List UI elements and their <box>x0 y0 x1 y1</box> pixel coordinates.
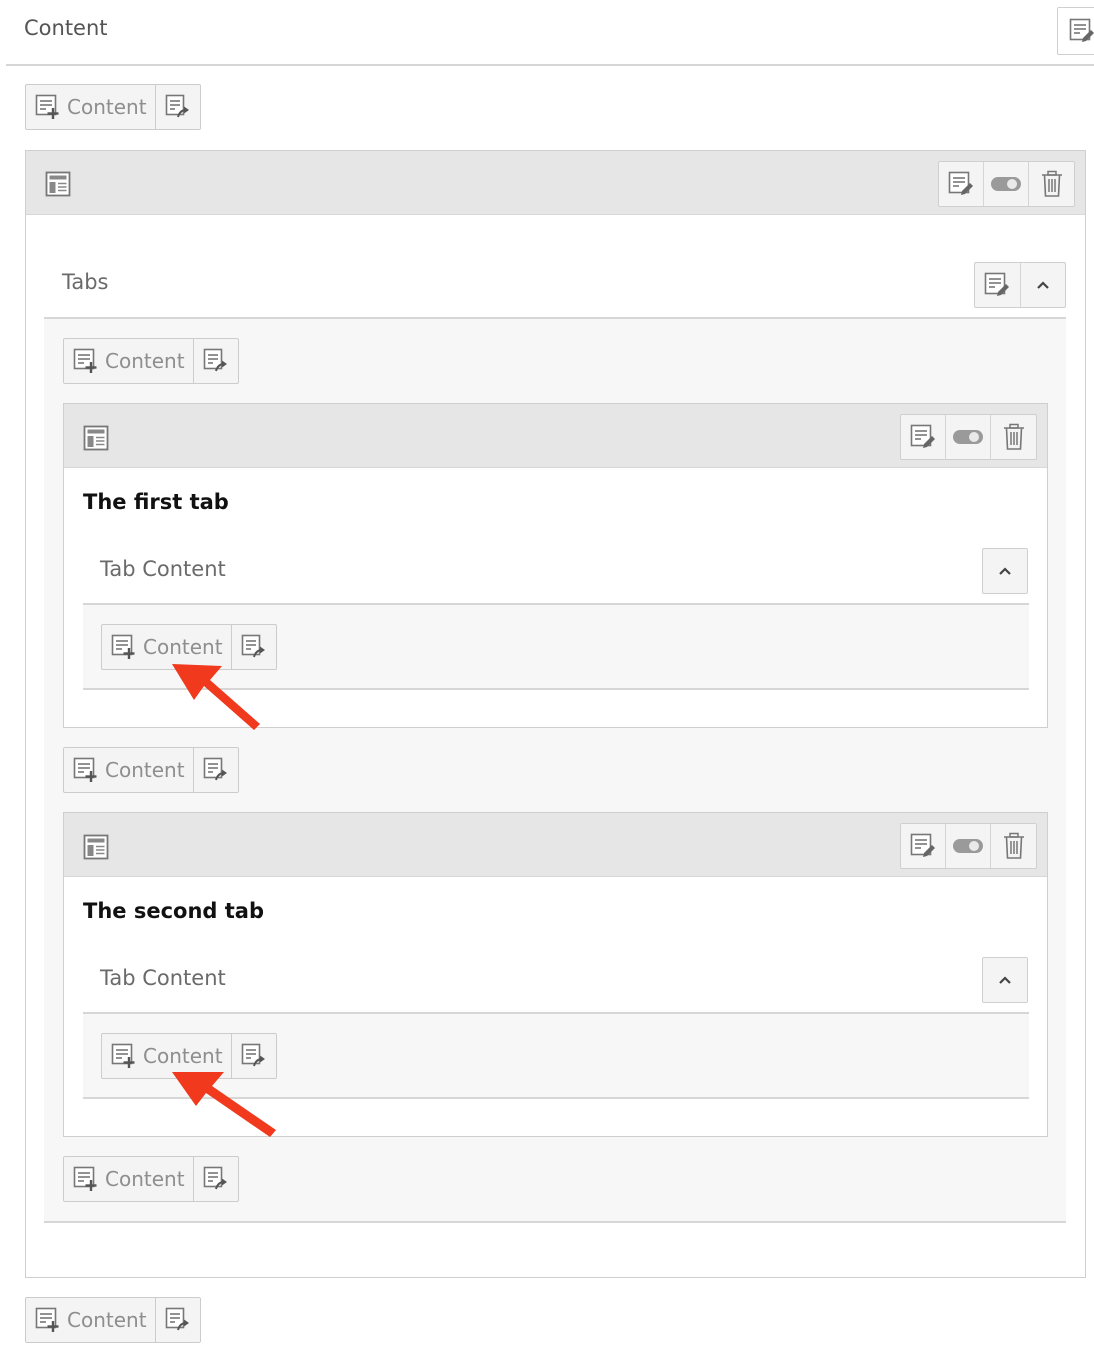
new-content-button-group: Content <box>63 1156 239 1202</box>
tab-panel-header <box>64 404 1047 468</box>
doc-plus-icon <box>35 94 61 120</box>
new-content-button[interactable]: Content <box>64 748 194 792</box>
toggle-visibility-button[interactable] <box>946 824 991 868</box>
edit-button[interactable] <box>901 415 946 459</box>
doc-plus-icon <box>35 1307 61 1333</box>
layout-icon <box>83 834 109 860</box>
new-content-button[interactable]: Content <box>26 85 156 129</box>
edit-button[interactable] <box>901 824 946 868</box>
paste-button[interactable] <box>194 748 238 792</box>
paste-button[interactable] <box>156 85 200 129</box>
chevron-up-icon <box>997 972 1013 988</box>
tabs-container-actions <box>974 262 1066 308</box>
new-content-button[interactable]: Content <box>64 339 194 383</box>
tab-title: The second tab <box>83 899 264 923</box>
new-content-label: Content <box>67 95 147 119</box>
paste-button[interactable] <box>194 339 238 383</box>
toggle-icon <box>952 427 984 447</box>
tabs-element-header <box>26 151 1085 215</box>
tab-panel-header <box>64 813 1047 877</box>
paste-button[interactable] <box>156 1298 200 1342</box>
tab-collapse-button[interactable] <box>982 957 1028 1003</box>
tab-collapse-button[interactable] <box>982 548 1028 594</box>
element-actions <box>900 823 1037 869</box>
doc-plus-icon <box>73 348 99 374</box>
new-content-button[interactable]: Content <box>64 1157 194 1201</box>
annotation-arrow <box>172 664 260 730</box>
doc-paste-icon <box>165 1307 191 1333</box>
doc-paste-icon <box>203 1166 229 1192</box>
new-content-label: Content <box>105 349 185 373</box>
new-content-button-group: Content <box>25 1297 201 1343</box>
doc-paste-icon <box>203 348 229 374</box>
layout-icon <box>45 171 71 197</box>
tab-title: The first tab <box>83 490 229 514</box>
doc-edit-icon <box>910 833 936 859</box>
toggle-icon <box>952 836 984 856</box>
new-content-label: Content <box>105 1167 185 1191</box>
element-actions <box>900 414 1037 460</box>
tabs-collapse-button[interactable] <box>1021 263 1066 307</box>
doc-plus-icon <box>111 634 137 660</box>
chevron-up-icon <box>997 563 1013 579</box>
doc-paste-icon <box>165 94 191 120</box>
toggle-icon <box>990 174 1022 194</box>
doc-plus-icon <box>73 757 99 783</box>
doc-plus-icon <box>111 1043 137 1069</box>
doc-edit-icon <box>910 424 936 450</box>
doc-edit-icon <box>948 171 974 197</box>
toggle-visibility-button[interactable] <box>946 415 991 459</box>
chevron-up-icon <box>1035 277 1051 293</box>
doc-plus-icon <box>73 1166 99 1192</box>
annotation-arrow <box>172 1072 276 1137</box>
tab-column-label: Tab Content <box>100 966 226 990</box>
new-content-button[interactable]: Content <box>26 1298 156 1342</box>
doc-edit-icon <box>984 272 1010 298</box>
tabs-container-title: Tabs <box>62 270 109 294</box>
tabs-edit-button[interactable] <box>975 263 1021 307</box>
edit-button[interactable] <box>939 162 984 206</box>
new-content-button-group: Content <box>25 84 201 130</box>
doc-edit-icon <box>1069 18 1094 44</box>
delete-button[interactable] <box>1029 162 1074 206</box>
element-actions <box>938 161 1075 207</box>
tab-column-label: Tab Content <box>100 557 226 581</box>
trash-icon <box>1002 832 1026 860</box>
section-divider <box>6 64 1094 66</box>
trash-icon <box>1002 423 1026 451</box>
layout-icon <box>83 425 109 451</box>
toggle-visibility-button[interactable] <box>984 162 1029 206</box>
new-content-label: Content <box>105 758 185 782</box>
section-title: Content <box>24 16 108 40</box>
delete-button[interactable] <box>991 824 1036 868</box>
new-content-label: Content <box>67 1308 147 1332</box>
new-content-button-group: Content <box>63 338 239 384</box>
new-content-button-group: Content <box>63 747 239 793</box>
trash-icon <box>1040 170 1064 198</box>
section-edit-button[interactable] <box>1057 7 1094 55</box>
doc-paste-icon <box>203 757 229 783</box>
paste-button[interactable] <box>194 1157 238 1201</box>
delete-button[interactable] <box>991 415 1036 459</box>
